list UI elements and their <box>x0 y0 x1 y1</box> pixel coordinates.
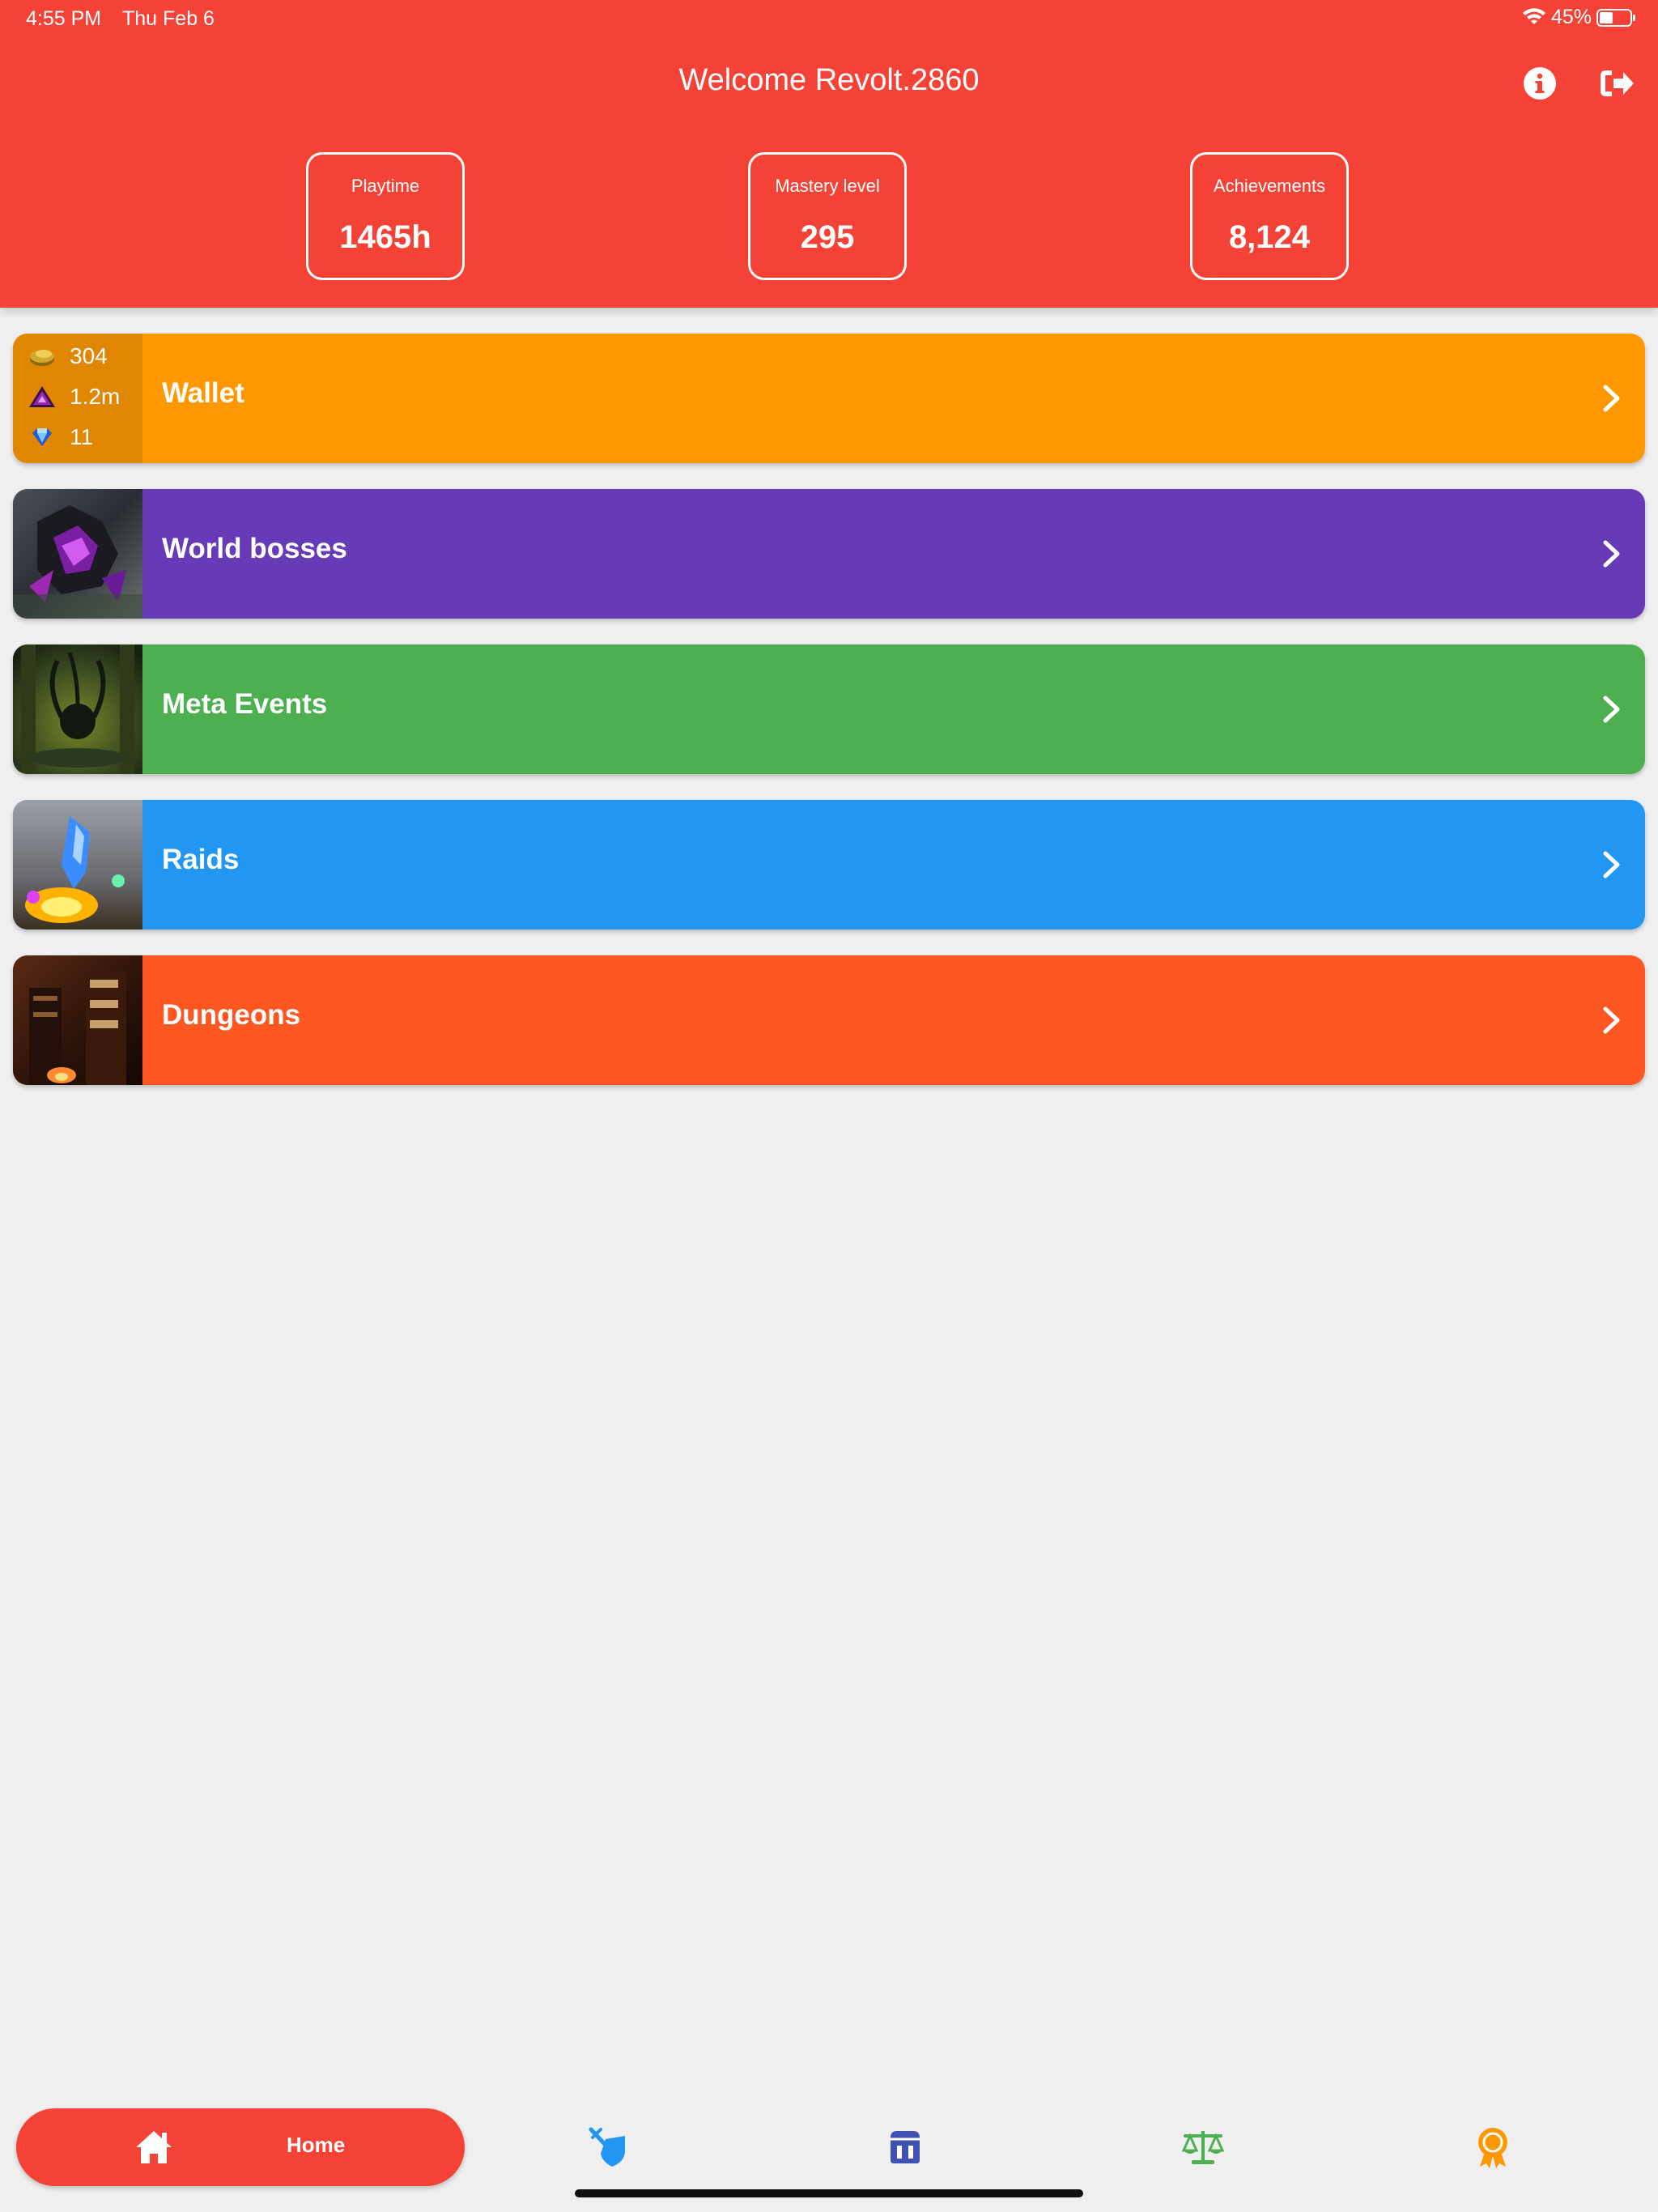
dungeons-thumbnail <box>13 955 142 1085</box>
chevron-right-icon <box>1603 385 1620 412</box>
wallet-card[interactable]: 304 1.2m 11 Wallet <box>13 334 1645 463</box>
chevron-right-icon <box>1603 1006 1620 1034</box>
home-indicator <box>575 2189 1083 2197</box>
trading-post-icon <box>1181 2131 1225 2164</box>
nav-pvp[interactable] <box>588 2125 633 2170</box>
status-bar: 4:55 PM Thu Feb 6 45% <box>0 0 1658 39</box>
achievement-badge-icon <box>1478 2128 1507 2168</box>
gem-icon <box>32 428 52 446</box>
card-title: Meta Events <box>162 688 328 720</box>
stat-achievements: Achievements 8,124 <box>1190 152 1349 280</box>
gold-coin-icon <box>30 350 54 366</box>
karma-icon <box>29 386 55 407</box>
nav-home[interactable]: Home <box>16 2108 465 2186</box>
chevron-right-icon <box>1603 696 1620 723</box>
chevron-right-icon <box>1603 540 1620 568</box>
world-bosses-card[interactable]: World bosses <box>13 489 1645 619</box>
battery-icon <box>1596 8 1635 27</box>
card-title: Raids <box>162 844 240 875</box>
card-title: Wallet <box>162 377 244 409</box>
gold-value: 304 <box>70 343 108 368</box>
wallet-row-gems: 11 <box>28 421 93 453</box>
raids-thumbnail <box>13 800 142 929</box>
home-icon <box>136 2131 172 2163</box>
nav-trading-post[interactable] <box>1180 2125 1226 2170</box>
chevron-right-icon <box>1603 851 1620 878</box>
nav-bank[interactable] <box>882 2125 928 2170</box>
stat-label: Mastery level <box>775 176 880 196</box>
stat-value: 1465h <box>339 219 432 255</box>
wallet-currencies: 304 1.2m 11 <box>13 334 142 463</box>
world-bosses-thumbnail <box>13 489 142 619</box>
bank-icon <box>891 2131 920 2163</box>
header: 4:55 PM Thu Feb 6 45% Welcome Revolt.286… <box>0 0 1658 308</box>
stat-playtime: Playtime 1465h <box>306 152 465 280</box>
welcome-title: Welcome Revolt.2860 <box>678 63 980 97</box>
battery-percent: 45% <box>1550 6 1592 28</box>
stat-value: 295 <box>800 219 855 255</box>
pvp-shield-icon <box>589 2127 625 2167</box>
info-icon[interactable] <box>1521 65 1558 102</box>
status-time: 4:55 PM <box>26 7 102 30</box>
status-right: 45% <box>1522 6 1635 29</box>
gem-value: 11 <box>70 424 94 449</box>
battery-level <box>1600 11 1613 23</box>
wallet-row-gold: 304 <box>28 340 108 372</box>
stat-value: 8,124 <box>1228 219 1311 255</box>
meta-events-card[interactable]: Meta Events <box>13 644 1645 774</box>
logout-icon[interactable] <box>1598 65 1635 102</box>
wallet-row-karma: 1.2m <box>28 381 120 413</box>
meta-events-thumbnail <box>13 644 142 774</box>
status-date: Thu Feb 6 <box>122 7 215 30</box>
dungeons-card[interactable]: Dungeons <box>13 955 1645 1085</box>
app-screen: 4:55 PM Thu Feb 6 45% Welcome Revolt.286… <box>0 0 1658 2212</box>
stat-label: Playtime <box>351 176 420 196</box>
nav-achievements[interactable] <box>1470 2125 1516 2170</box>
wifi-icon <box>1522 7 1545 24</box>
karma-value: 1.2m <box>70 384 121 409</box>
nav-home-label: Home <box>287 2133 346 2157</box>
raids-card[interactable]: Raids <box>13 800 1645 929</box>
stat-label: Achievements <box>1213 176 1326 196</box>
stat-mastery-level: Mastery level 295 <box>748 152 907 280</box>
card-title: Dungeons <box>162 999 301 1031</box>
card-title: World bosses <box>162 533 347 564</box>
